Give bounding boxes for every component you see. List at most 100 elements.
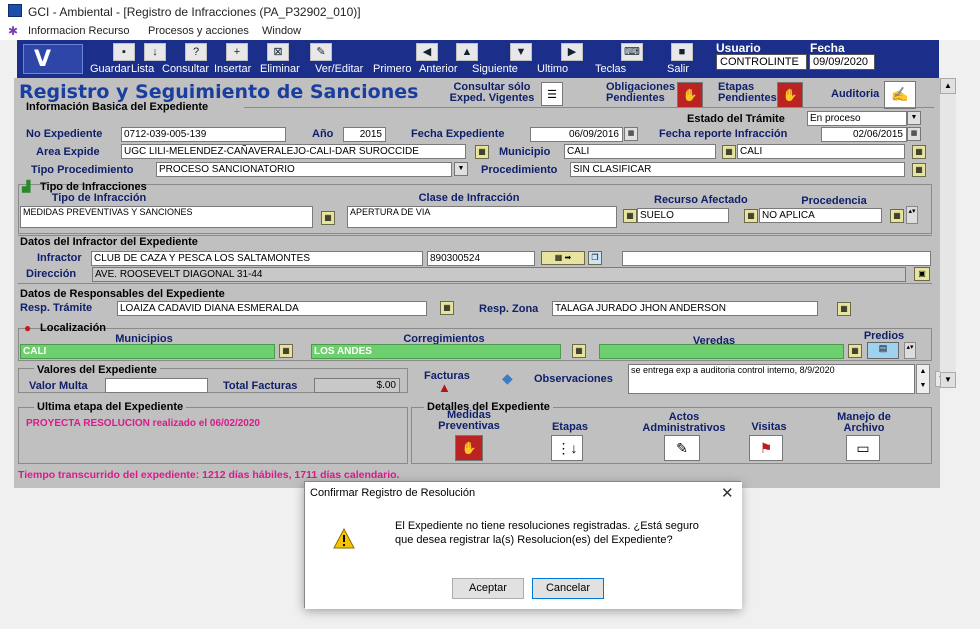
- manejo-label: Manejo de Archivo: [837, 411, 891, 434]
- municipio-field[interactable]: CALI: [564, 144, 716, 159]
- direccion-field[interactable]: AVE. ROOSEVELT DIAGONAL 31-44: [92, 267, 906, 282]
- insert-icon: +: [233, 46, 241, 58]
- scroll-down-icon[interactable]: ▼: [940, 372, 956, 388]
- manejo-button[interactable]: ▭: [846, 435, 880, 461]
- area-field[interactable]: UGC LILI-MELENDEZ-CAÑAVERALEJO-CALI-DAR …: [121, 144, 466, 159]
- keys-button[interactable]: ⌨: [621, 43, 643, 61]
- observaciones-scrollbar[interactable]: ▲ ▼: [916, 364, 930, 394]
- estado-select[interactable]: En proceso: [807, 111, 907, 126]
- infractor-actions-icon[interactable]: ▦ ➡: [541, 251, 585, 265]
- page-title: Registro y Seguimiento de Sanciones: [19, 81, 419, 103]
- procedencia-lookup-icon[interactable]: ▦: [744, 209, 758, 223]
- infractor-label: Infractor: [37, 252, 82, 264]
- exit-button[interactable]: ■: [671, 43, 693, 61]
- close-icon[interactable]: ✕: [721, 484, 734, 502]
- menu-informacion-recurso[interactable]: Informacion Recurso: [28, 25, 130, 37]
- infracciones-more-icon[interactable]: ▦: [890, 209, 904, 223]
- menu-bar: ✱ Informacion Recurso Procesos y accione…: [0, 22, 980, 40]
- chevron-down-icon[interactable]: ▼: [907, 111, 921, 125]
- total-facturas-label: Total Facturas: [223, 380, 298, 392]
- fecha-reporte-field[interactable]: 02/06/2015: [821, 127, 907, 142]
- etapas-pendientes-button[interactable]: ✋: [777, 82, 803, 108]
- accept-button[interactable]: Aceptar: [452, 578, 524, 599]
- resp-zona-lookup-icon[interactable]: ▦: [837, 302, 851, 316]
- infractor-copy-icon[interactable]: ❐: [588, 251, 602, 265]
- procedimiento-field[interactable]: SIN CLASIFICAR: [570, 162, 905, 177]
- pencil-icon: ✍: [891, 86, 909, 102]
- insert-button[interactable]: +: [226, 43, 248, 61]
- menu-app-icon: ✱: [8, 24, 19, 38]
- infractor-nit-field[interactable]: 890300524: [427, 251, 535, 266]
- confirm-dialog: Confirmar Registro de Resolución ✕ El Ex…: [304, 481, 742, 609]
- predios-map-icon[interactable]: ▤: [867, 342, 899, 359]
- basic-section-title: Información Basica del Expediente: [26, 101, 209, 113]
- calendar-icon[interactable]: ▦: [907, 127, 921, 141]
- form-scrollbar[interactable]: ▲ ▼: [940, 78, 956, 388]
- prev-button[interactable]: ▲: [456, 43, 478, 61]
- toolbar: V ▪ ↓ ? + ⊠ ✎ ◀ ▲ ▼ ▶ ⌨ ■ Guardar Lista …: [17, 40, 939, 78]
- valor-multa-field[interactable]: [105, 378, 208, 393]
- next-label: Siguiente: [472, 63, 518, 75]
- loc-corregimiento-lookup-icon[interactable]: ▦: [572, 344, 586, 358]
- predios-spinner[interactable]: ▴▾: [904, 342, 916, 359]
- ultima-etapa-group: [18, 407, 408, 464]
- auditoria-button[interactable]: ✍: [884, 81, 916, 109]
- procedimiento-lookup-icon[interactable]: ▦: [912, 163, 926, 177]
- visitas-button[interactable]: ⚑: [749, 435, 783, 461]
- fecha-exp-field[interactable]: 06/09/2016: [530, 127, 623, 142]
- loc-corregimiento-field[interactable]: LOS ANDES: [311, 344, 561, 359]
- delete-button[interactable]: ⊠: [267, 43, 289, 61]
- actos-button[interactable]: ✎: [664, 435, 700, 461]
- tipo-infraccion-field[interactable]: MEDIDAS PREVENTIVAS Y SANCIONES: [20, 206, 313, 228]
- loc-municipio-lookup-icon[interactable]: ▦: [279, 344, 293, 358]
- municipio-label: Municipio: [499, 146, 551, 158]
- recurso-field[interactable]: SUELO: [637, 208, 729, 223]
- direccion-lookup-icon[interactable]: ▣: [914, 267, 930, 281]
- resp-tramite-field[interactable]: LOAIZA CADAVID DIANA ESMERALDA: [117, 301, 427, 316]
- tipo-lookup-icon[interactable]: ▦: [321, 211, 335, 225]
- municipio-lookup-icon[interactable]: ▦: [722, 145, 736, 159]
- infractor-extra-field[interactable]: [622, 251, 931, 266]
- infractor-field[interactable]: CLUB DE CAZA Y PESCA LOS SALTAMONTES: [91, 251, 423, 266]
- tipo-proc-select[interactable]: PROCESO SANCIONATORIO: [156, 162, 452, 177]
- obligaciones-button[interactable]: ✋: [677, 82, 703, 108]
- municipio2-lookup-icon[interactable]: ▦: [912, 145, 926, 159]
- area-lookup-icon[interactable]: ▦: [475, 145, 489, 159]
- next-button[interactable]: ▼: [510, 43, 532, 61]
- consult-button[interactable]: ?: [185, 43, 207, 61]
- dialog-body: El Expediente no tiene resoluciones regi…: [305, 506, 742, 609]
- calendar-icon[interactable]: ▦: [624, 127, 638, 141]
- archive-icon: ▭: [856, 440, 870, 456]
- etapas-button[interactable]: ⋮↓: [551, 435, 583, 461]
- recurso-lookup-icon[interactable]: ▦: [623, 209, 637, 223]
- cancel-button[interactable]: Cancelar: [532, 578, 604, 599]
- medidas-button[interactable]: ✋: [455, 435, 483, 461]
- date-header: Fecha: [810, 41, 845, 55]
- resp-zona-field[interactable]: TALAGA JURADO JHON ANDERSON: [552, 301, 818, 316]
- arrow-up-icon: ▲: [461, 46, 473, 58]
- first-button[interactable]: ◀: [416, 43, 438, 61]
- insert-label: Insertar: [214, 63, 252, 75]
- edit-button[interactable]: ✎: [310, 43, 332, 61]
- last-button[interactable]: ▶: [561, 43, 583, 61]
- resp-tramite-lookup-icon[interactable]: ▦: [440, 301, 454, 315]
- visitas-label: Visitas: [751, 421, 787, 433]
- obligaciones-label: Obligaciones Pendientes: [606, 81, 676, 104]
- loc-vereda-field[interactable]: [599, 344, 844, 359]
- loc-municipio-field[interactable]: CALI: [20, 344, 275, 359]
- list-button[interactable]: ↓: [144, 43, 166, 61]
- procedencia-field[interactable]: NO APLICA: [759, 208, 882, 223]
- menu-window[interactable]: Window: [262, 25, 301, 37]
- save-button[interactable]: ▪: [113, 43, 135, 61]
- anio-field[interactable]: 2015: [343, 127, 386, 142]
- infracciones-spinner[interactable]: ▴▾: [906, 206, 918, 224]
- clase-infraccion-field[interactable]: APERTURA DE VIA: [347, 206, 617, 228]
- vigentes-toggle[interactable]: ☰: [541, 82, 563, 106]
- chevron-down-icon[interactable]: ▼: [454, 162, 468, 176]
- loc-vereda-lookup-icon[interactable]: ▦: [848, 344, 862, 358]
- observaciones-field[interactable]: se entrega exp a auditoria control inter…: [628, 364, 915, 394]
- menu-procesos-acciones[interactable]: Procesos y acciones: [148, 25, 249, 37]
- facturas-button[interactable]: ▲: [438, 381, 464, 394]
- scroll-up-icon[interactable]: ▲: [940, 78, 956, 94]
- no-exp-field[interactable]: 0712-039-005-139: [121, 127, 286, 142]
